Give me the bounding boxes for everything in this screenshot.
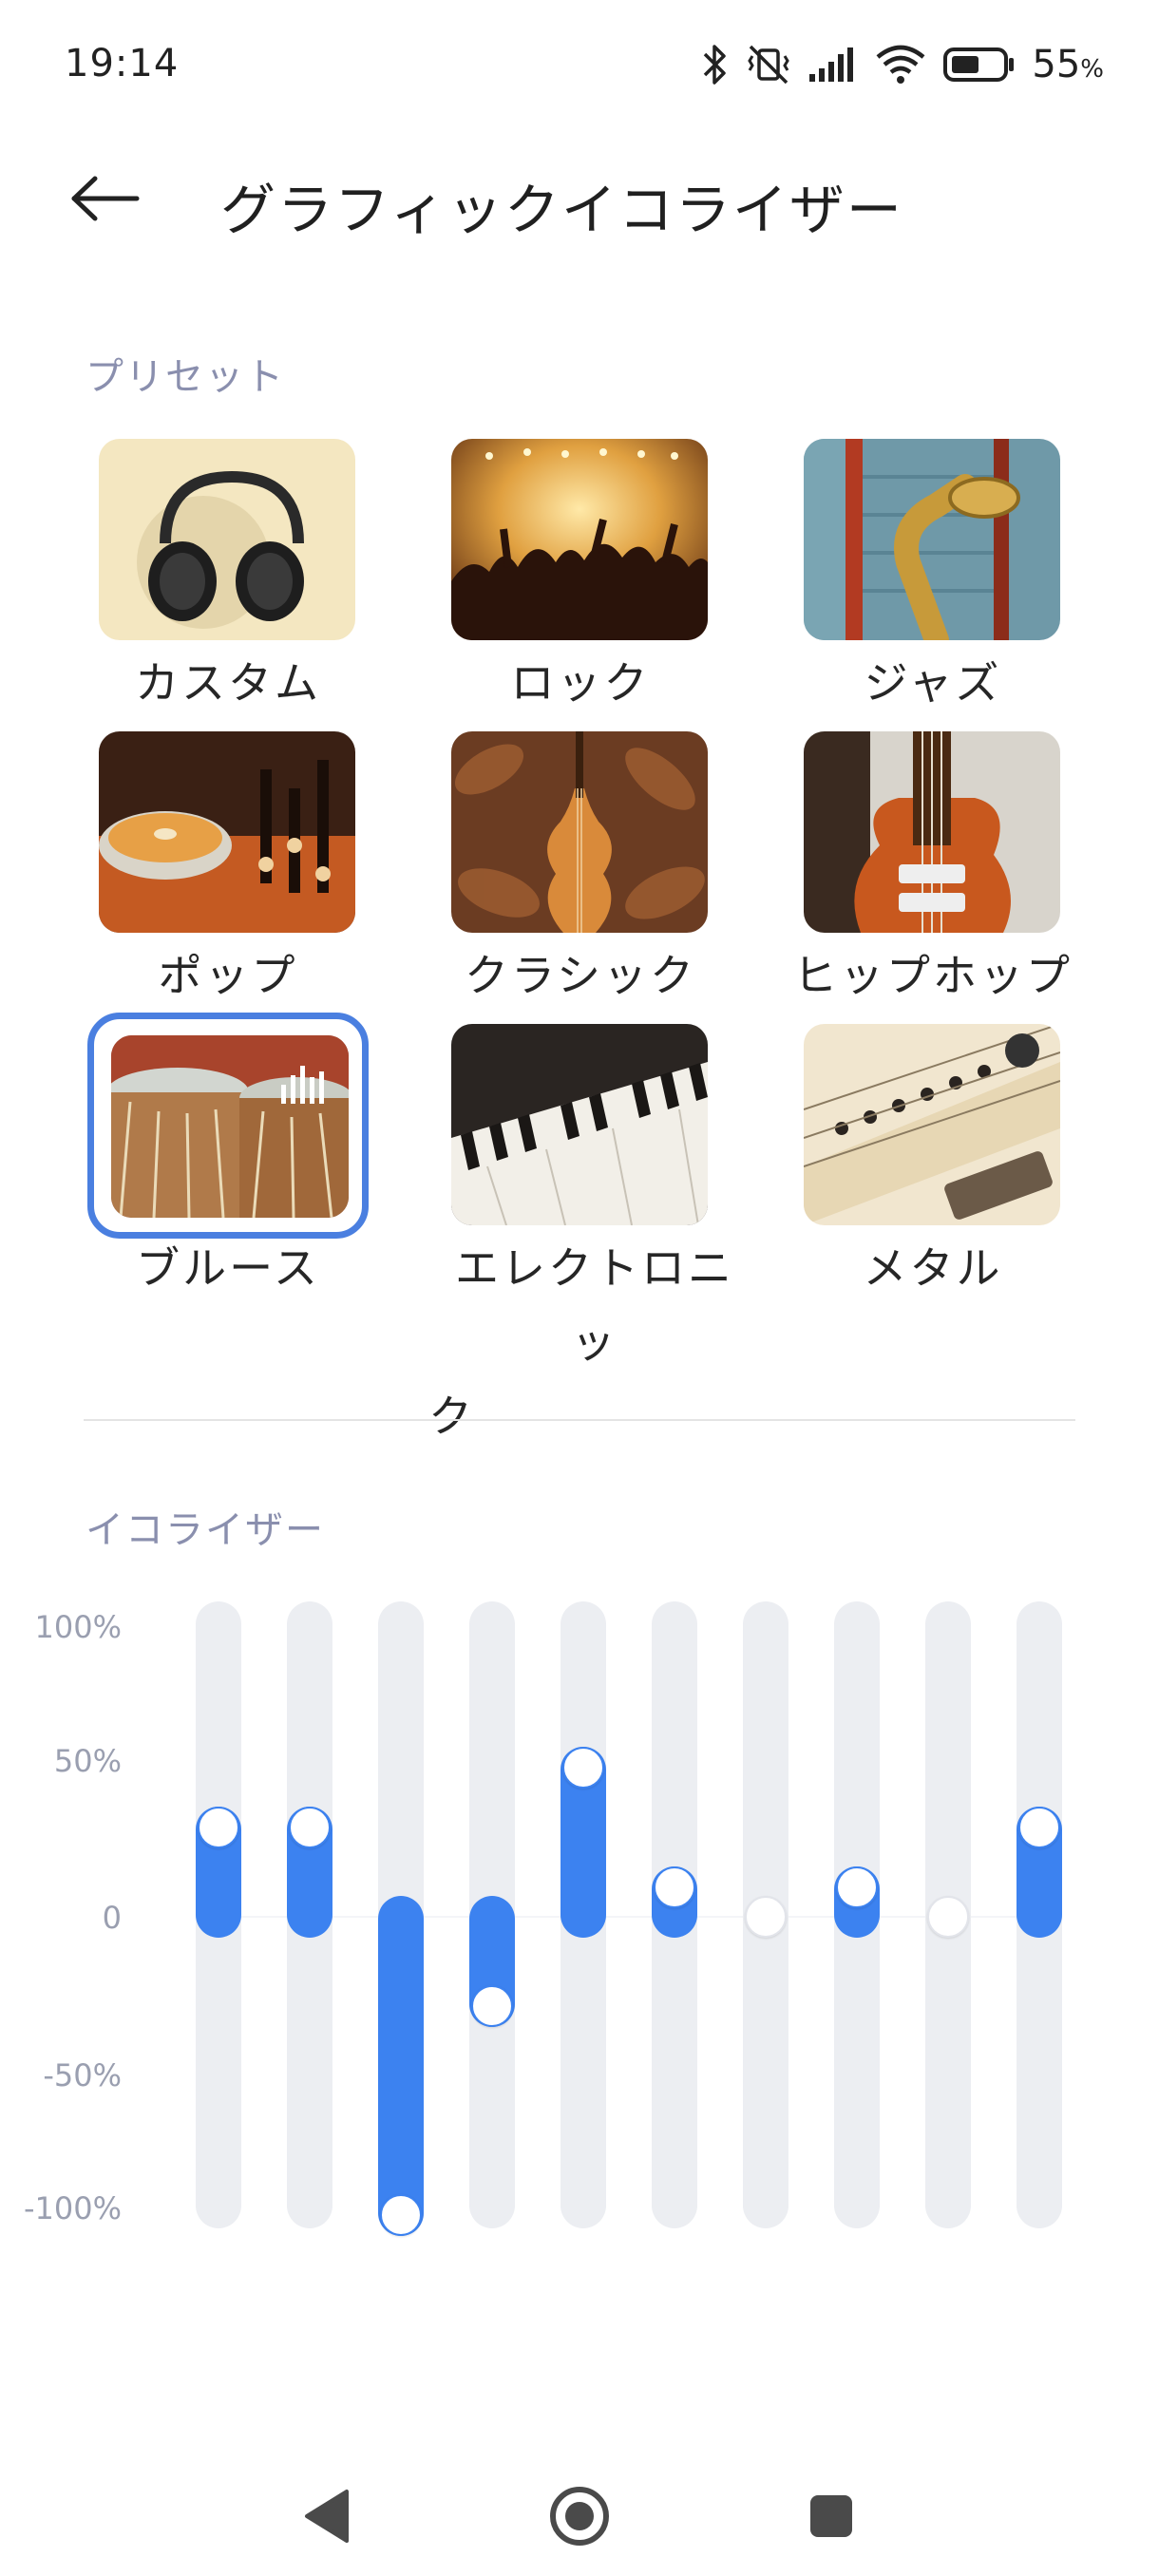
preset-label: ブルース <box>136 1242 320 1294</box>
dj-turntable-image <box>99 731 355 933</box>
preset-label: ロック <box>510 657 651 709</box>
eq-band-knob[interactable] <box>471 1985 513 2028</box>
preset-metal[interactable]: メタル <box>756 1024 1110 1385</box>
preset-label: ジャズ <box>864 657 1002 709</box>
axis-label-50: 50% <box>53 1743 122 1779</box>
eq-band-2[interactable] <box>287 1601 332 2228</box>
eq-band-knob[interactable] <box>927 1896 969 1938</box>
preset-label-line2: ク <box>428 1391 475 1442</box>
preset-pop[interactable]: ポップ <box>51 731 405 1016</box>
preset-label: クラシック <box>464 950 697 1001</box>
preset-label-line1: エレクトロニッ <box>455 1242 734 1368</box>
nav-back-button[interactable] <box>285 2475 370 2561</box>
nav-recents-button[interactable] <box>788 2475 874 2561</box>
vibrate-off-icon <box>745 43 792 86</box>
concert-crowd-image <box>451 439 708 640</box>
bluetooth-icon <box>701 43 730 86</box>
section-divider <box>84 1419 1075 1421</box>
page-title: グラフィックイコライザー <box>220 178 903 242</box>
eq-band-9[interactable] <box>925 1601 971 2228</box>
eq-band-fill <box>378 1896 424 2236</box>
nav-back-icon <box>301 2488 354 2548</box>
status-bar: 19:14 55% <box>0 0 1159 125</box>
eq-band-knob[interactable] <box>380 2194 422 2236</box>
signal-icon <box>808 46 859 84</box>
axis-label-0: 0 <box>102 1900 122 1936</box>
navigation-bar <box>0 2432 1159 2576</box>
eq-band-8[interactable] <box>834 1601 880 2228</box>
guitar-closeup-image <box>804 1024 1060 1225</box>
eq-band-knob[interactable] <box>289 1806 331 1848</box>
preset-blues[interactable]: ブルース <box>51 1013 405 1385</box>
eq-band-4[interactable] <box>469 1601 515 2228</box>
eq-band-10[interactable] <box>1016 1601 1062 2228</box>
nav-recents-icon <box>808 2492 855 2544</box>
saxophone-image <box>804 439 1060 640</box>
preset-classic[interactable]: クラシック <box>404 731 757 1016</box>
axis-label-minus-50: -50% <box>43 2057 122 2093</box>
eq-band-1[interactable] <box>196 1601 241 2228</box>
electric-guitar-image <box>804 731 1060 933</box>
eq-band-knob[interactable] <box>836 1866 878 1908</box>
eq-band-knob[interactable] <box>562 1747 604 1789</box>
wifi-icon <box>874 44 927 85</box>
back-button[interactable] <box>68 158 173 243</box>
eq-band-6[interactable] <box>652 1601 697 2228</box>
eq-band-knob[interactable] <box>745 1896 787 1938</box>
eq-band-3[interactable] <box>378 1601 424 2236</box>
keyboard-image <box>451 1024 708 1225</box>
violin-image <box>451 731 708 933</box>
equalizer-section-label: イコライザー <box>86 1508 325 1552</box>
eq-band-knob[interactable] <box>654 1866 695 1908</box>
header: グラフィックイコライザー <box>0 133 1159 266</box>
preset-electronic[interactable]: エレクトロニッ ク <box>404 1024 757 1442</box>
preset-label: ポップ <box>158 950 298 1001</box>
nav-home-icon <box>546 2483 613 2553</box>
status-icons: 55% <box>701 38 1104 91</box>
presets-section-label: プリセット <box>86 355 285 399</box>
headphones-image <box>99 439 355 640</box>
eq-band-knob[interactable] <box>1018 1806 1060 1848</box>
axis-label-minus-100: -100% <box>23 2190 122 2226</box>
preset-label: カスタム <box>135 657 321 709</box>
axis-label-100: 100% <box>34 1609 122 1645</box>
back-arrow-icon <box>68 175 141 226</box>
preset-label: メタル <box>863 1242 1003 1294</box>
preset-hiphop[interactable]: ヒップホップ <box>756 731 1110 1016</box>
preset-custom[interactable]: カスタム <box>51 439 405 724</box>
battery-icon <box>942 46 1016 84</box>
status-time: 19:14 <box>65 42 180 85</box>
preset-jazz[interactable]: ジャズ <box>756 439 1110 724</box>
eq-band-7[interactable] <box>743 1601 788 2228</box>
eq-band-5[interactable] <box>560 1601 606 2228</box>
eq-band-knob[interactable] <box>198 1806 239 1848</box>
preset-rock[interactable]: ロック <box>404 439 757 724</box>
battery-percent: 55% <box>1032 43 1104 86</box>
preset-label: ヒップホップ <box>793 950 1073 1001</box>
equalizer-bars-icon <box>279 1062 332 1104</box>
nav-home-button[interactable] <box>537 2475 622 2561</box>
